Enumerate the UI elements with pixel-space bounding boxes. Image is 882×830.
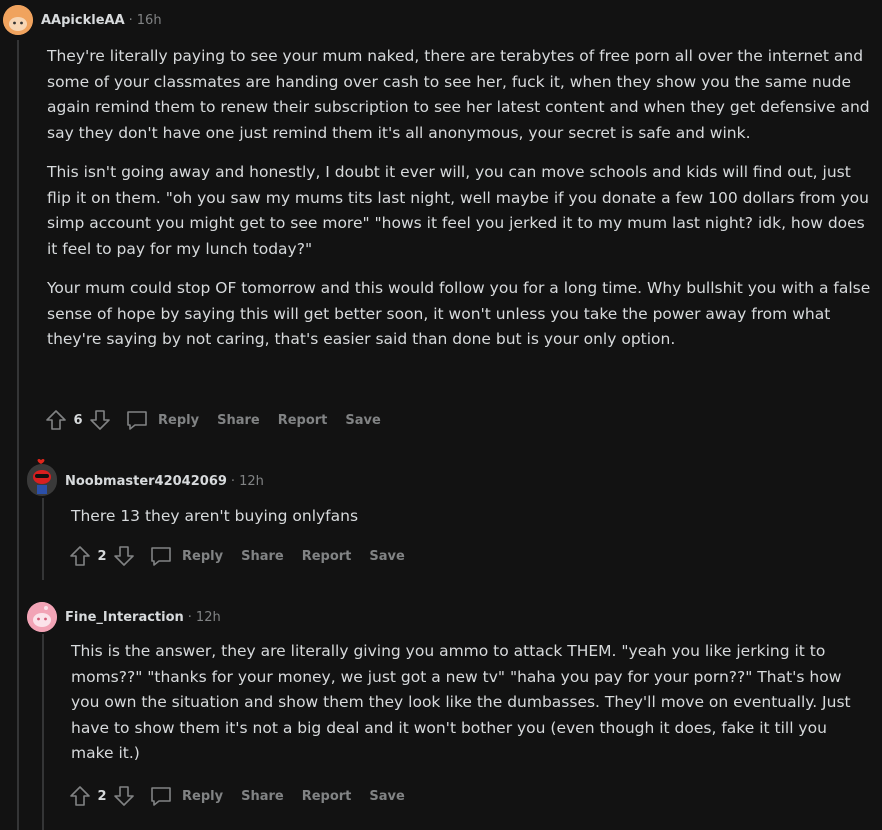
vote-count: 2 bbox=[97, 548, 107, 564]
snoo-avatar-icon bbox=[27, 602, 57, 632]
report-button[interactable]: Report bbox=[278, 413, 328, 428]
username[interactable]: Noobmaster42042069 bbox=[65, 474, 227, 489]
comment-header: AApickleAA · 16h bbox=[3, 5, 162, 35]
upvote-icon bbox=[46, 410, 66, 430]
downvote-icon bbox=[114, 786, 134, 806]
comment-header: Fine_Interaction · 12h bbox=[27, 602, 221, 632]
snoo-avatar-icon bbox=[27, 458, 57, 494]
report-button[interactable]: Report bbox=[302, 789, 352, 804]
save-button[interactable]: Save bbox=[369, 549, 404, 564]
comment-paragraph: Your mum could stop OF tomorrow and this… bbox=[47, 279, 871, 348]
comment-bubble-icon bbox=[151, 787, 171, 806]
comment-paragraph: They're literally paying to see your mum… bbox=[47, 47, 870, 142]
upvote-button[interactable] bbox=[67, 783, 93, 809]
comment-body: This is the answer, they are literally g… bbox=[71, 639, 871, 781]
separator-dot: · bbox=[230, 473, 236, 489]
report-button[interactable]: Report bbox=[302, 549, 352, 564]
thread-line[interactable] bbox=[42, 498, 44, 580]
share-button[interactable]: Share bbox=[217, 413, 260, 428]
comment-actions: 2 Reply Share Report Save bbox=[67, 542, 423, 570]
upvote-icon bbox=[70, 786, 90, 806]
share-button[interactable]: Share bbox=[241, 789, 284, 804]
save-button[interactable]: Save bbox=[369, 789, 404, 804]
thread-line[interactable] bbox=[42, 634, 44, 830]
downvote-button[interactable] bbox=[87, 407, 113, 433]
avatar[interactable] bbox=[3, 5, 33, 35]
username[interactable]: AApickleAA bbox=[41, 13, 125, 28]
downvote-button[interactable] bbox=[111, 783, 137, 809]
snoo-avatar-icon bbox=[3, 5, 33, 35]
avatar[interactable] bbox=[27, 458, 57, 496]
reply-button[interactable]: Reply bbox=[125, 409, 199, 431]
comment-paragraph: There 13 they aren't buying onlyfans bbox=[71, 507, 359, 525]
upvote-icon bbox=[70, 546, 90, 566]
reply-label: Reply bbox=[158, 412, 200, 428]
downvote-icon bbox=[90, 410, 110, 430]
thread-line[interactable] bbox=[17, 40, 19, 830]
comment-body: They're literally paying to see your mum… bbox=[47, 44, 872, 367]
comment-body: There 13 they aren't buying onlyfans bbox=[71, 504, 871, 544]
separator-dot: · bbox=[187, 609, 192, 625]
comment-header: Noobmaster42042069 · 12h bbox=[27, 458, 264, 496]
comment-bubble-icon bbox=[151, 547, 171, 566]
save-button[interactable]: Save bbox=[345, 413, 380, 428]
reply-label: Reply bbox=[182, 548, 224, 564]
downvote-button[interactable] bbox=[111, 543, 137, 569]
vote-count: 6 bbox=[73, 412, 83, 428]
upvote-button[interactable] bbox=[43, 407, 69, 433]
upvote-button[interactable] bbox=[67, 543, 93, 569]
share-button[interactable]: Share bbox=[241, 549, 284, 564]
reply-button[interactable]: Reply bbox=[149, 785, 223, 807]
comment-actions: 6 Reply Share Report Save bbox=[43, 406, 399, 434]
reply-button[interactable]: Reply bbox=[149, 545, 223, 567]
comment-paragraph: This is the answer, they are literally g… bbox=[71, 642, 851, 762]
avatar[interactable] bbox=[27, 602, 57, 632]
username[interactable]: Fine_Interaction bbox=[65, 610, 184, 625]
comment-actions: 2 Reply Share Report Save bbox=[67, 782, 423, 810]
downvote-icon bbox=[114, 546, 134, 566]
timestamp[interactable]: 12h bbox=[239, 474, 264, 489]
separator-dot: · bbox=[128, 12, 133, 28]
timestamp[interactable]: 16h bbox=[137, 13, 162, 28]
timestamp[interactable]: 12h bbox=[196, 610, 221, 625]
comment-bubble-icon bbox=[127, 411, 147, 430]
reply-label: Reply bbox=[182, 788, 224, 804]
vote-count: 2 bbox=[97, 788, 107, 804]
comment-paragraph: This isn't going away and honestly, I do… bbox=[47, 163, 869, 258]
comment-thread: AApickleAA · 16h They're literally payin… bbox=[0, 0, 882, 830]
